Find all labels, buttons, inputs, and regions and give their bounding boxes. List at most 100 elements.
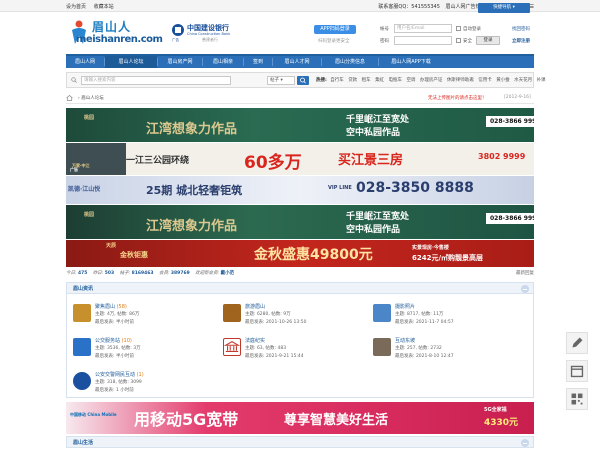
ccb-ad[interactable]: 中国建设银行 China Construction Bank 善建者行 广告 bbox=[172, 22, 242, 46]
ad-phone: 028-3866 9999 bbox=[486, 116, 534, 127]
forum-item[interactable]: 公交服务站 (10) 主题: 3536, 帖数: 3万 最后发表: 半小时前 bbox=[73, 336, 223, 364]
forum-icon bbox=[223, 304, 241, 322]
ad-banner-capital[interactable]: 凯德·江山悦 25期 城北轻奢钜筑 VIP LINE 028-3850 8888 bbox=[66, 176, 534, 204]
hot-search-item[interactable]: 水天花月 bbox=[514, 78, 532, 83]
hot-search-item[interactable]: 电瓶车 bbox=[389, 78, 403, 83]
ad-banner-taoyuan[interactable]: 桃园 江湾想象力作品 千里岷江至宽处 空中私园作品 028-3866 9999 bbox=[66, 108, 534, 142]
ccb-ad-label: 广告 bbox=[172, 38, 179, 42]
hot-searches: 热搜: 自行车 贷款 租车 集虹 电瓶车 空调 办理房产证 休斯律师助邀 信用卡… bbox=[316, 77, 549, 83]
contact-qq[interactable]: 联系客服QQ：541555345 bbox=[378, 4, 440, 10]
nav-item-house[interactable]: 眉山房产网 bbox=[158, 56, 202, 68]
app-scan-tip: 扫码登录更安全 bbox=[318, 39, 350, 44]
collapse-icon[interactable] bbox=[521, 439, 529, 447]
app-scan-login-button[interactable]: APP扫码登录 bbox=[314, 25, 356, 34]
forum-last-post: 最后发表: 半小时前 bbox=[95, 354, 134, 359]
forum-last-post: 最后发表: 2021-8-10 12:47 bbox=[395, 354, 454, 359]
search-icon bbox=[71, 77, 77, 83]
hot-search-item[interactable]: 空调 bbox=[406, 78, 415, 83]
calendar-icon bbox=[570, 365, 584, 378]
ad-brand: 桃园 bbox=[84, 115, 95, 121]
main-nav: 眉山人网 眉山人论坛 眉山房产网 眉山相亲 签到 眉山人才网 眉山分类信息 眉山… bbox=[66, 54, 534, 68]
login-button[interactable]: 登录 bbox=[476, 36, 500, 45]
forum-name[interactable]: 聚焦眉山 (58) bbox=[95, 303, 127, 310]
bookmark-link[interactable]: 收藏本站 bbox=[94, 4, 114, 10]
menu-icon[interactable]: ☰ bbox=[530, 4, 534, 10]
ad-phone: 3802 9999 bbox=[478, 152, 526, 161]
hot-search-item[interactable]: 集虹 bbox=[375, 78, 384, 83]
nav-item-dating[interactable]: 眉山相亲 bbox=[203, 56, 243, 68]
section-title[interactable]: 眉山资讯 bbox=[73, 285, 93, 292]
forum-icon bbox=[373, 338, 391, 356]
auto-login-checkbox[interactable] bbox=[456, 26, 461, 31]
password-input[interactable] bbox=[394, 36, 452, 45]
set-home-link[interactable]: 设为首页 bbox=[66, 4, 86, 10]
top-bar-left: 设为首页 收藏本站 bbox=[66, 3, 120, 10]
collapse-icon[interactable] bbox=[521, 285, 529, 293]
forum-item[interactable]: 摄影照片 主题: 8717, 帖数: 11万 最后发表: 2021-11-7 0… bbox=[373, 302, 523, 330]
hot-search-item[interactable]: 自行车 bbox=[330, 78, 344, 83]
forum-stats: 主题: 4万, 帖数: 86万 bbox=[95, 312, 140, 317]
nav-item-checkin[interactable]: 签到 bbox=[244, 56, 272, 68]
safe-login-checkbox[interactable] bbox=[456, 38, 461, 43]
forum-last-post: 最后发表: 2021-11-7 04:57 bbox=[395, 320, 454, 325]
forum-last-post: 最后发表: 1 小时前 bbox=[95, 388, 134, 393]
register-link[interactable]: 立即注册 bbox=[512, 38, 530, 44]
forum-name[interactable]: 公交服务站 (10) bbox=[95, 337, 132, 344]
side-calendar-button[interactable] bbox=[566, 360, 588, 382]
hot-search-item[interactable]: 办理房产证 bbox=[420, 78, 443, 83]
hot-search-item[interactable]: 补课 bbox=[537, 78, 546, 83]
forum-item[interactable]: 公安交警网民互动 (1) 主题: 318, 帖数: 3099 最后发表: 1 小… bbox=[73, 370, 223, 398]
ad-price: 60多万 bbox=[244, 153, 302, 173]
chevron-down-icon: ▾ bbox=[512, 5, 515, 10]
forum-item[interactable]: 互动东坡 主题: 257, 帖数: 2732 最后发表: 2021-8-10 1… bbox=[373, 336, 523, 364]
forum-item[interactable]: 旅游眉山 主题: 6280, 帖数: 9万 最后发表: 2021-10-26 1… bbox=[223, 302, 373, 330]
ad-banner-tianchen[interactable]: 天辰 金秋钜惠 金秋盛惠49800元 实景现房·今售楼 6242元/㎡购靓景高层 bbox=[66, 240, 534, 267]
latest-replies-link[interactable]: 最新回复 bbox=[516, 270, 534, 276]
forum-last-post: 最后发表: 2021-9-21 15:44 bbox=[245, 354, 304, 359]
breadcrumb-forum[interactable]: › 眉山人论坛 bbox=[78, 95, 104, 101]
password-label: 密码 bbox=[380, 39, 389, 44]
nav-item-home[interactable]: 眉山人网 bbox=[66, 56, 104, 68]
forum-item[interactable]: 聚焦眉山 (58) 主题: 4万, 帖数: 86万 最后发表: 半小时前 bbox=[73, 302, 223, 330]
site-logo[interactable]: 眉山人 meishanren.com bbox=[70, 18, 166, 48]
hot-search-item[interactable]: 租车 bbox=[362, 78, 371, 83]
forum-name[interactable]: 法庭纪实 bbox=[245, 337, 265, 344]
ad-vip: VIP LINE bbox=[328, 185, 352, 191]
stat-members: 会员: 389769 bbox=[158, 271, 190, 276]
upload-help-notice[interactable]: 无法上传图片的请点击这里！ bbox=[428, 95, 487, 101]
hot-search-item[interactable]: 黄小蚕 bbox=[496, 78, 510, 83]
ad-phone: 028-3850 8888 bbox=[356, 180, 474, 196]
forum-name[interactable]: 摄影照片 bbox=[395, 303, 415, 310]
forum-list: 聚焦眉山 (58) 主题: 4万, 帖数: 86万 最后发表: 半小时前 旅游眉… bbox=[66, 294, 534, 398]
nav-item-app-download[interactable]: 眉山人网APP下载 bbox=[379, 56, 443, 68]
forum-name[interactable]: 旅游眉山 bbox=[245, 303, 265, 310]
forum-item[interactable]: 法庭纪实 主题: 63, 帖数: 483 最后发表: 2021-9-21 15:… bbox=[223, 336, 373, 364]
ad-banner-taoyuan-2[interactable]: 桃园 江湾想象力作品 千里岷江至宽处 空中私园作品 028-3866 9999 bbox=[66, 205, 534, 239]
quick-nav-label: 快捷导航 bbox=[493, 5, 512, 10]
search-input[interactable]: 请输入搜索内容 bbox=[81, 76, 231, 85]
hot-search-item[interactable]: 休斯律师助邀 bbox=[447, 78, 474, 83]
forum-name[interactable]: 互动东坡 bbox=[395, 337, 415, 344]
side-edit-button[interactable] bbox=[566, 332, 588, 354]
section-title[interactable]: 眉山生活 bbox=[73, 439, 93, 446]
ad-headline: 25期 城北轻奢钜筑 bbox=[146, 184, 243, 197]
forgot-password-link[interactable]: 找回密码 bbox=[512, 26, 530, 32]
hot-search-item[interactable]: 信用卡 bbox=[478, 78, 492, 83]
nav-item-classifieds[interactable]: 眉山分类信息 bbox=[322, 56, 378, 68]
search-button[interactable] bbox=[297, 76, 309, 85]
account-input[interactable]: 用户名/Email bbox=[394, 24, 452, 33]
ad-banner-china-mobile[interactable]: 中国移动 China Mobile 用移动5G宽带 尊享智慧美好生活 5G全家福… bbox=[66, 402, 534, 434]
chevron-down-icon: ▾ bbox=[280, 78, 283, 83]
nav-item-forum[interactable]: 眉山人论坛 bbox=[105, 56, 157, 68]
forum-name[interactable]: 公安交警网民互动 (1) bbox=[95, 371, 144, 378]
side-qrcode-button[interactable] bbox=[566, 388, 588, 410]
breadcrumb: › 眉山人论坛 无法上传图片的请点击这里！ [2012-9-16] bbox=[66, 92, 534, 104]
search-scope-select[interactable]: 帖子 ▾ bbox=[267, 76, 295, 85]
ad-banner-river[interactable]: 万家·中江 广告 一江三公园环绕 60多万 买江景三房 3802 9999 bbox=[66, 143, 534, 175]
home-icon[interactable] bbox=[66, 95, 73, 101]
quick-nav-button[interactable]: 快捷导航 ▾ bbox=[478, 3, 530, 13]
nav-item-jobs[interactable]: 眉山人才网 bbox=[273, 56, 321, 68]
forum-stats: 主题: 257, 帖数: 2732 bbox=[395, 346, 442, 351]
hot-search-item[interactable]: 贷款 bbox=[348, 78, 357, 83]
ad-tail: 尊享智慧美好生活 bbox=[284, 413, 389, 428]
